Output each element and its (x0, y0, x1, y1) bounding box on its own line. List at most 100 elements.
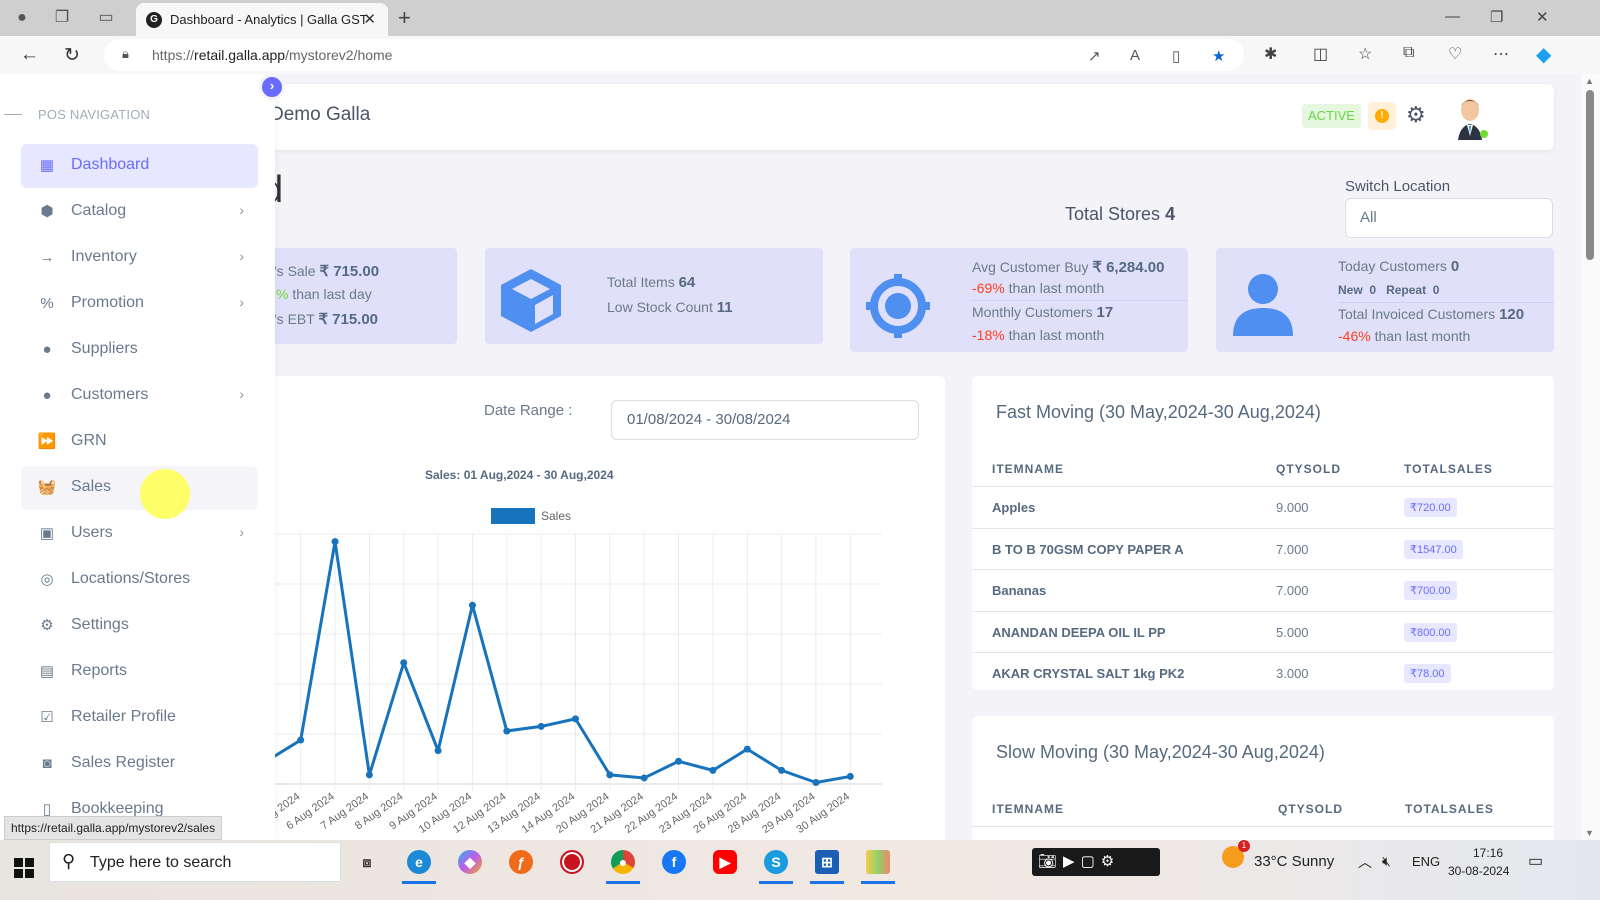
sidebar-item-label: Reports (71, 662, 128, 679)
copilot-app-icon[interactable]: ◆ (449, 842, 491, 882)
store-app-icon[interactable]: ⊞ (806, 842, 848, 884)
sidebar-item-inventory[interactable]: → Inventory › (21, 236, 258, 280)
recorder-app-icon[interactable] (551, 842, 593, 882)
facebook-app-icon[interactable]: f (653, 842, 695, 882)
sidebar-item-label: Retailer Profile (71, 708, 176, 725)
split-screen-icon[interactable]: ◫ (1313, 44, 1328, 64)
favorites-icon[interactable]: ☆ (1358, 44, 1372, 64)
sidebar-item-customers[interactable]: ● Customers › (21, 374, 258, 418)
sidebar-item-retailer-profile[interactable]: ☑ Retailer Profile (21, 696, 258, 740)
sidebar-toggle-button[interactable]: › (259, 74, 285, 100)
sales-data-point[interactable] (332, 538, 339, 545)
more-menu-icon[interactable]: ⋯ (1493, 44, 1509, 64)
workspaces-icon[interactable]: ❐ (52, 8, 72, 28)
scroll-up-icon[interactable]: ▲ (1585, 76, 1594, 86)
youtube-app-icon[interactable]: ▶ (704, 842, 746, 882)
restore-icon[interactable]: ❐ (1490, 8, 1503, 26)
item-name: AKAR CRYSTAL SALT 1kg PK2 (992, 666, 1185, 681)
back-icon[interactable]: ← (20, 44, 39, 66)
sidebar-item-catalog[interactable]: ⬢ Catalog › (21, 190, 258, 234)
task-view-icon[interactable]: ⧈ (346, 842, 388, 882)
refresh-icon[interactable]: ↻ (64, 44, 80, 67)
sales-data-point[interactable] (469, 602, 476, 609)
language-indicator[interactable]: ENG (1412, 854, 1440, 869)
open-in-app-icon[interactable]: ↗ (1088, 47, 1101, 65)
url-bar[interactable]: 🔒︎ https://retail.galla.app/mystorev2/ho… (104, 39, 1244, 71)
sales-data-point[interactable] (503, 727, 510, 734)
total-sales-badge: ₹1547.00 (1404, 539, 1463, 559)
notifications-icon[interactable]: ▭ (1528, 851, 1543, 871)
scrollbar-thumb[interactable] (1586, 90, 1594, 260)
volume-muted-icon[interactable]: 🔇︎ (1382, 853, 1391, 870)
sidebar-item-sales[interactable]: 🧺 Sales (21, 466, 258, 510)
new-tab-icon[interactable]: + (398, 5, 411, 31)
sidebar-item-label: Promotion (71, 294, 144, 311)
url-text[interactable]: https://retail.galla.app/mystorev2/home (152, 47, 392, 63)
tray-overflow-icon[interactable]: ︿ (1358, 852, 1372, 872)
start-button[interactable] (14, 858, 34, 878)
profile-icon[interactable]: ● (12, 8, 32, 28)
sales-data-point[interactable] (812, 779, 819, 786)
skype-app-icon[interactable]: S (755, 842, 797, 884)
sidebar-item-sales-register[interactable]: ◙ Sales Register (21, 742, 258, 786)
sidebar-item-suppliers[interactable]: ● Suppliers (21, 328, 258, 372)
clock-time[interactable]: 17:16 (1462, 846, 1514, 860)
taskbar-search[interactable]: ⚲ Type here to search (49, 842, 341, 882)
sidebar-item-users[interactable]: ▣ Users › (21, 512, 258, 556)
weather-icon[interactable]: 1 (1222, 840, 1250, 868)
settings-gear-icon[interactable]: ⚙ (1406, 102, 1426, 128)
minimize-icon[interactable]: — (1445, 8, 1460, 25)
sales-data-point[interactable] (641, 774, 648, 781)
avatar[interactable] (1452, 96, 1492, 140)
immersive-reader-icon[interactable]: ▯ (1172, 47, 1180, 65)
scroll-down-icon[interactable]: ▼ (1585, 828, 1594, 838)
sales-data-point[interactable] (709, 767, 716, 774)
sales-data-point[interactable] (675, 758, 682, 765)
edge-app-icon[interactable]: e (398, 842, 440, 884)
chevron-right-icon: › (239, 386, 244, 402)
extensions-icon[interactable]: ✱ (1264, 44, 1277, 64)
clock-date[interactable]: 30-08-2024 (1448, 864, 1509, 878)
maps-app-icon[interactable] (857, 842, 899, 884)
table-row: B TO B 70GSM COPY PAPER A 7.000 ₹1547.00 (972, 527, 1554, 570)
sales-data-point[interactable] (400, 659, 407, 666)
sidebar-item-settings[interactable]: ⚙ Settings (21, 604, 258, 648)
sidebar-item-dashboard[interactable]: ▦ Dashboard (21, 144, 258, 188)
chrome-app-icon[interactable]: ● (602, 842, 644, 884)
browser-essentials-icon[interactable]: ♡ (1448, 44, 1462, 64)
sales-data-point[interactable] (744, 746, 751, 753)
avg-customer-buy: Avg Customer Buy ₹ 6,284.00 (972, 259, 1165, 276)
sidebar-item-reports[interactable]: ▤ Reports (21, 650, 258, 694)
tab-actions-icon[interactable]: ▭ (96, 8, 116, 28)
status-bar-url: https://retail.galla.app/mystorev2/sales (4, 816, 223, 840)
favorite-star-icon[interactable]: ★ (1212, 47, 1225, 65)
column-header-totalsales: TOTALSALES (1404, 462, 1493, 476)
collections-icon[interactable]: ⧉ (1403, 44, 1414, 62)
close-window-icon[interactable]: ✕ (1536, 8, 1549, 26)
sales-data-point[interactable] (606, 771, 613, 778)
capture-toolbar[interactable]: 📷︎▶▢⚙ (1032, 848, 1160, 876)
taskbar-search-placeholder: Type here to search (90, 854, 232, 871)
page-scrollbar[interactable]: ▲ ▼ (1581, 74, 1600, 840)
fast-forward-icon: ⏩ (37, 433, 57, 450)
switch-location-select[interactable]: All (1345, 198, 1553, 238)
sales-data-point[interactable] (297, 737, 304, 744)
lock-icon[interactable]: 🔒︎ (122, 46, 129, 62)
sales-data-point[interactable] (572, 715, 579, 722)
firefox-app-icon[interactable]: ƒ (500, 842, 542, 882)
sales-data-point[interactable] (847, 773, 854, 780)
sidebar-item-grn[interactable]: ⏩ GRN (21, 420, 258, 464)
sales-data-point[interactable] (435, 747, 442, 754)
sales-data-point[interactable] (778, 767, 785, 774)
weather-text[interactable]: 33°C Sunny (1254, 853, 1334, 870)
sales-data-point[interactable] (538, 723, 545, 730)
copilot-icon[interactable]: ◆ (1536, 42, 1551, 67)
read-aloud-icon[interactable]: A (1130, 47, 1140, 64)
sidebar-item-promotion[interactable]: % Promotion › (21, 282, 258, 326)
close-tab-icon[interactable]: ✕ (363, 10, 376, 28)
warning-button[interactable]: ! (1368, 102, 1396, 130)
sales-data-point[interactable] (366, 771, 373, 778)
browser-tab-active[interactable]: G Dashboard - Analytics | Galla GST ✕ (136, 3, 388, 36)
total-sales-badge: ₹700.00 (1404, 581, 1457, 600)
sidebar-item-locations-stores[interactable]: ◎ Locations/Stores (21, 558, 258, 602)
